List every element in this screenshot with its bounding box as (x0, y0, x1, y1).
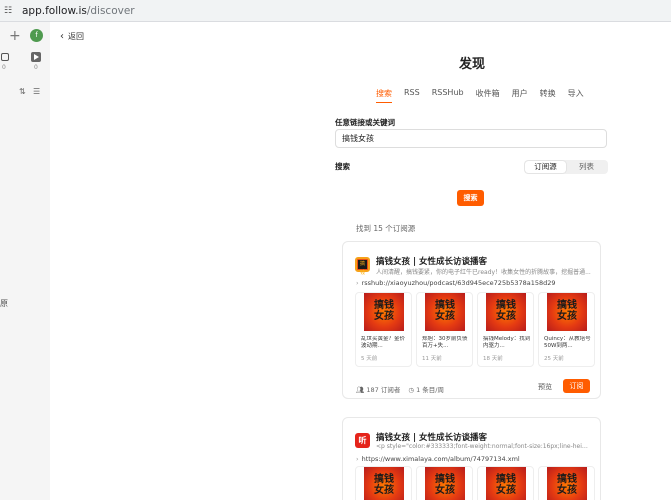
item-date: 18 天前 (483, 356, 503, 362)
feed-description: <p style="color:#333333;font-weight:norm… (376, 443, 591, 450)
results-count: 找到 15 个订阅源 (356, 224, 416, 233)
tab-rsshub[interactable]: RSSHub (432, 88, 464, 103)
image-icon[interactable] (1, 53, 9, 61)
feed-items: 搞钱 女孩 乱世买黄金？金价波动期... 5 天前 搞钱 女孩 郑旭：30岁前负债百… (355, 292, 595, 367)
episode-thumbnail: 搞钱 女孩 (547, 293, 587, 331)
avatar[interactable]: f (30, 29, 43, 42)
feed-title[interactable]: 搞钱女孩 | 女性成长访谈播客 (376, 431, 487, 443)
chevron-left-icon: ‹ (60, 31, 64, 42)
search-type-segment: 订阅源 列表 (524, 160, 608, 174)
preview-button[interactable]: 预览 (538, 382, 552, 392)
clock-icon: ◷ (408, 386, 414, 394)
list-item[interactable]: 搞钱 女孩 Quincy：从教培号50W到两... 25 天前 (538, 292, 595, 367)
episode-thumbnail: 搞钱 女孩 (364, 467, 404, 500)
url-text[interactable]: app.follow.is/discover (22, 5, 135, 17)
list-item[interactable]: 搞钱 女孩 (538, 466, 595, 500)
item-date: 5 天前 (361, 356, 378, 362)
episode-thumbnail: 搞钱 女孩 (486, 467, 526, 500)
list-item[interactable]: 搞钱 女孩 (355, 466, 412, 500)
list-item[interactable]: 搞钱 女孩 郑旭：30岁前负债百万+失... 11 天前 (416, 292, 473, 367)
page-title: 发现 (458, 57, 485, 72)
item-title: 郑旭：30岁前负债百万+失... (422, 336, 468, 349)
list-item[interactable]: 搞钱 女孩 (477, 466, 534, 500)
video-icon[interactable] (31, 52, 41, 62)
item-title: 乱世买黄金？金价波动期... (361, 336, 406, 349)
sidebar-edge-text: 原 (0, 299, 8, 308)
podcast-logo-icon: 搞钱 (355, 257, 370, 276)
search-type-label: 搜索 (335, 162, 350, 171)
back-button[interactable]: ‹ 返回 (60, 31, 84, 42)
update-frequency: ◷ 1 条目/周 (408, 386, 444, 394)
chevron-right-icon: › (356, 279, 359, 287)
chevron-right-icon: › (356, 455, 359, 463)
feed-card[interactable]: 搞钱 搞钱女孩 | 女性成长访谈播客 人间清醒，搞钱要紧，你的电子红牛已read… (342, 241, 601, 399)
list-icon[interactable]: ☰ (33, 87, 40, 96)
sort-icon[interactable]: ⇅ (19, 87, 26, 96)
tab-search[interactable]: 搜索 (376, 88, 392, 103)
subscribers-count: 👥︎ 187 订阅者 (356, 386, 401, 394)
list-item[interactable]: 搞钱 女孩 乱世买黄金？金价波动期... 5 天前 (355, 292, 412, 367)
episode-thumbnail: 搞钱 女孩 (425, 293, 465, 331)
feed-card[interactable]: 听 搞钱女孩 | 女性成长访谈播客 <p style="color:#33333… (342, 417, 601, 500)
discover-tabs: 搜索 RSS RSSHub 收件箱 用户 转换 导入 (376, 88, 596, 103)
list-item[interactable]: 搞钱 女孩 (416, 466, 473, 500)
item-date: 25 天前 (544, 356, 564, 362)
feed-description: 人间清醒，搞钱要紧，你的电子红牛已ready！收集女性的折腾故事，挖掘普通... (376, 269, 591, 276)
keyword-label: 任意链接或关键词 (335, 118, 395, 127)
tab-user[interactable]: 用户 (512, 88, 528, 103)
discover-main: ‹ 返回 发现 搜索 RSS RSSHub 收件箱 用户 转换 导入 任意链接或… (50, 22, 671, 500)
episode-thumbnail: 搞钱 女孩 (547, 467, 587, 500)
feed-link[interactable]: › https://www.ximalaya.com/album/74797134… (356, 455, 520, 463)
feed-link[interactable]: › rsshub://xiaoyuzhou/podcast/63d945ece72… (356, 279, 556, 287)
video-count: 0 (34, 64, 38, 71)
tab-import[interactable]: 导入 (568, 88, 584, 103)
back-label: 返回 (68, 32, 84, 41)
item-title: Quincy：从教培号50W到两... (544, 336, 591, 349)
segment-feeds[interactable]: 订阅源 (525, 161, 566, 173)
list-item[interactable]: 搞钱 女孩 搞钱Melody：找到内驱力... 18 天前 (477, 292, 534, 367)
subscribe-button[interactable]: 订阅 (563, 379, 590, 393)
image-count: 0 (2, 64, 6, 71)
keyword-input[interactable]: 搞钱女孩 (335, 129, 607, 148)
search-button[interactable]: 搜索 (457, 190, 484, 206)
address-bar[interactable]: ☷ app.follow.is/discover (0, 0, 671, 22)
tab-inbox[interactable]: 收件箱 (476, 88, 500, 103)
tab-transform[interactable]: 转换 (540, 88, 556, 103)
ximalaya-logo-icon: 听 (355, 433, 370, 448)
segment-lists[interactable]: 列表 (566, 161, 607, 173)
add-icon[interactable]: + (9, 29, 21, 43)
feed-title[interactable]: 搞钱女孩 | 女性成长访谈播客 (376, 255, 487, 267)
episode-thumbnail: 搞钱 女孩 (486, 293, 526, 331)
item-title: 搞钱Melody：找到内驱力... (483, 336, 531, 349)
episode-thumbnail: 搞钱 女孩 (425, 467, 465, 500)
sidebar: + f 0 0 ⇅ ☰ 原 (0, 22, 50, 500)
users-icon: 👥︎ (356, 386, 365, 394)
feed-stats: 👥︎ 187 订阅者 ◷ 1 条目/周 (356, 384, 444, 394)
episode-thumbnail: 搞钱 女孩 (364, 293, 404, 331)
site-settings-icon[interactable]: ☷ (4, 5, 16, 17)
item-date: 11 天前 (422, 356, 442, 362)
tab-rss[interactable]: RSS (404, 88, 420, 103)
feed-items: 搞钱 女孩 搞钱 女孩 搞钱 女孩 搞钱 女孩 (355, 466, 595, 500)
